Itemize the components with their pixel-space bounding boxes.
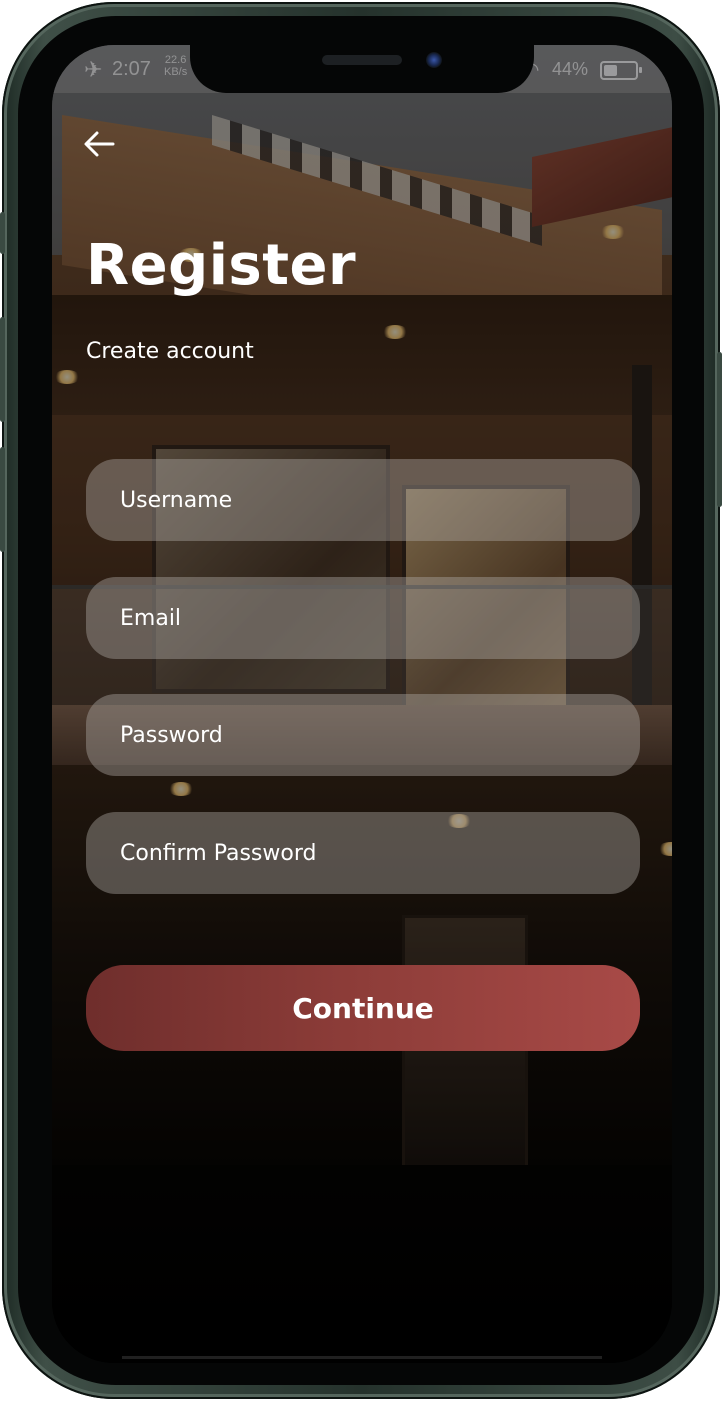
username-input[interactable] (86, 459, 640, 541)
back-button[interactable] (82, 127, 116, 161)
volume-down-button (0, 447, 5, 552)
volume-up-button (0, 317, 5, 422)
battery-fill (604, 65, 618, 76)
network-speed-value: 22.6 (164, 54, 187, 66)
page-title: Register (86, 233, 357, 298)
battery-icon (600, 61, 642, 80)
password-input[interactable] (86, 694, 640, 776)
page-subtitle: Create account (86, 339, 254, 364)
notch (190, 45, 534, 93)
status-time: 2:07 (112, 58, 151, 80)
continue-button[interactable]: Continue (86, 965, 640, 1051)
earpiece-speaker (322, 55, 402, 65)
confirm-password-input[interactable] (86, 812, 640, 894)
phone-frame: ✈ 2:07 22.6 KB/s ◠ 44% Register Create a… (0, 2, 722, 1399)
home-indicator (122, 1356, 602, 1359)
network-speed: 22.6 KB/s (164, 54, 187, 78)
airplane-icon: ✈ (84, 57, 103, 82)
arrow-left-icon (84, 131, 115, 157)
mute-switch (0, 212, 5, 254)
network-speed-unit: KB/s (164, 66, 188, 78)
battery-percent: 44% (552, 59, 589, 79)
email-input[interactable] (86, 577, 640, 659)
power-button (717, 352, 722, 507)
screen: ✈ 2:07 22.6 KB/s ◠ 44% Register Create a… (52, 45, 672, 1363)
front-camera (426, 52, 442, 68)
